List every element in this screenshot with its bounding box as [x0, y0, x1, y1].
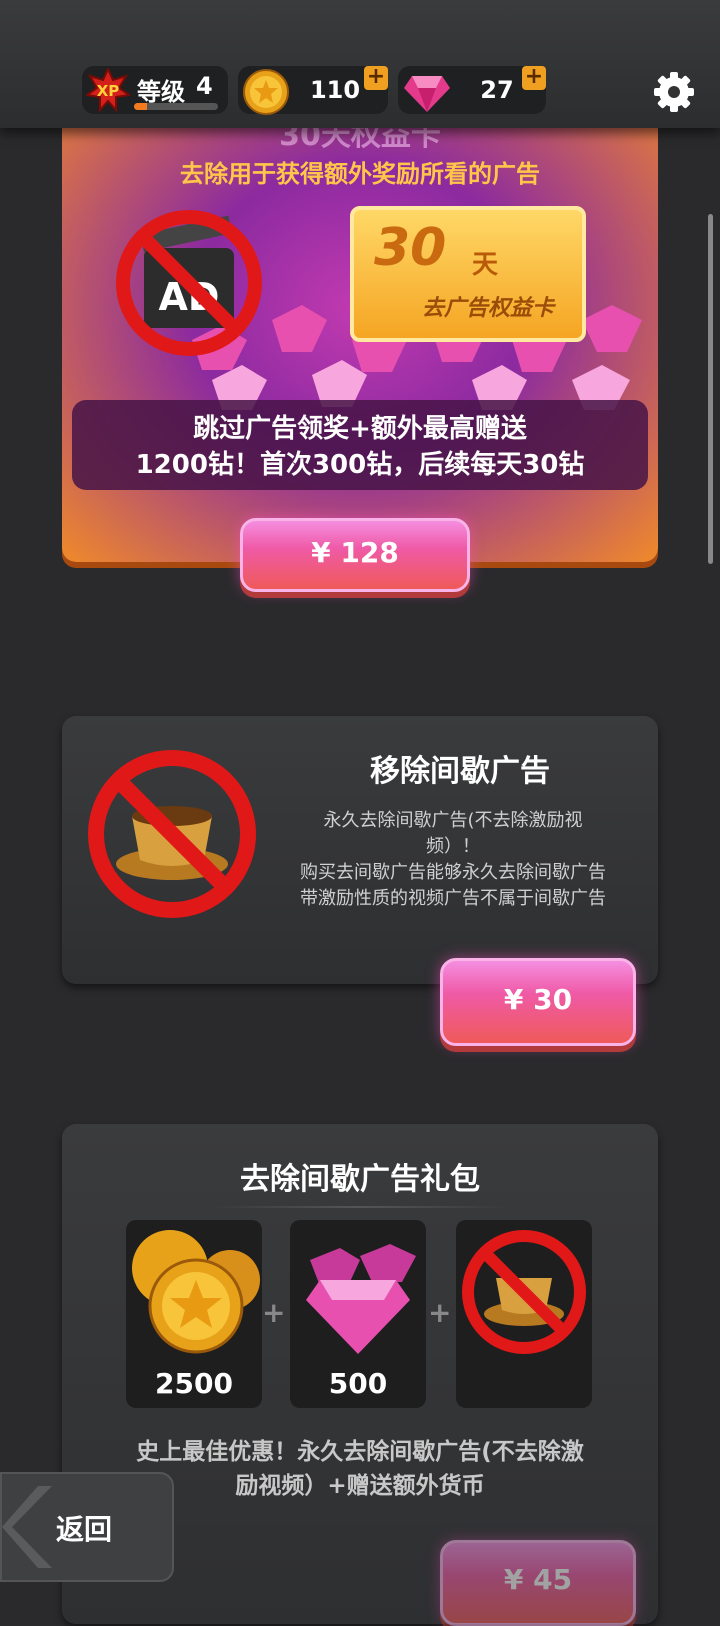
coin-stack-icon — [132, 1230, 260, 1354]
promo-subtitle: 去除用于获得额外奖励所看的广告 — [180, 160, 540, 188]
buy-ad-pass-button[interactable]: ¥ 128 — [240, 518, 470, 592]
pass-days: 30 — [374, 218, 447, 278]
coin-icon — [243, 69, 289, 115]
gem-icon — [404, 76, 450, 112]
remove-ads-title: 移除间歇广告 — [370, 754, 550, 789]
level-progress-fill — [134, 103, 147, 110]
promo-banner-line2: 1200钻！首次300钻，后续每天30钻 — [135, 450, 585, 480]
pass-label: 去广告权益卡 — [421, 296, 554, 321]
bundle-no-ads-tile — [456, 1220, 592, 1408]
thirty-day-pass-card-image: 30 天 去广告权益卡 — [350, 206, 586, 342]
bundle-coins-amount: 2500 — [155, 1367, 233, 1400]
buy-bundle-price: ¥ 45 — [503, 1563, 573, 1596]
svg-text:XP: XP — [97, 82, 120, 100]
no-interstitial-ads-icon — [88, 750, 256, 918]
back-label: 返回 — [56, 1513, 113, 1546]
bundle-coins-tile: 2500 — [126, 1220, 262, 1408]
level-label: 等级 — [137, 78, 185, 106]
bundle-title: 去除间歇广告礼包 — [240, 1162, 480, 1197]
plus-separator: + — [262, 1296, 286, 1329]
add-gems-button[interactable]: + — [522, 66, 546, 90]
ad-free-pass-card: 30天权益卡 去除用于获得额外奖励所看的广告 AD 30 天 去广告权益卡 跳过… — [62, 100, 658, 562]
level-value: 4 — [196, 72, 213, 100]
remove-ads-desc-line1: 永久去除间歇广告(不去除激励视 — [323, 810, 583, 831]
plus-separator: + — [428, 1296, 452, 1329]
bundle-desc-line1: 史上最佳优惠！永久去除间歇广告(不去除激 — [136, 1439, 584, 1465]
remove-ads-desc-line2: 频）！ — [426, 836, 480, 857]
remove-ads-card: 移除间歇广告 永久去除间歇广告(不去除激励视 频）！ 购买去间歇广告能够永久去除… — [62, 716, 658, 984]
buy-bundle-button[interactable]: ¥ 45 — [440, 1540, 636, 1626]
add-coins-button[interactable]: + — [364, 66, 388, 90]
scrollbar[interactable] — [708, 214, 713, 564]
promo-banner: 跳过广告领奖+额外最高赠送 1200钻！首次300钻，后续每天30钻 — [72, 400, 648, 490]
no-ads-icon: AD — [116, 210, 262, 356]
no-interstitial-ads-icon — [462, 1230, 586, 1354]
buy-remove-ads-price: ¥ 30 — [503, 983, 573, 1016]
buy-ad-pass-price: ¥ 128 — [311, 536, 399, 569]
back-button[interactable]: 返回 — [0, 1472, 174, 1582]
coin-count: 110 — [309, 76, 361, 104]
back-arrow-icon — [2, 1486, 52, 1568]
xp-badge-icon: XP — [86, 68, 130, 112]
top-bar: XP 等级 4 110 + 27 + — [0, 0, 720, 128]
buy-remove-ads-button[interactable]: ¥ 30 — [440, 958, 636, 1046]
gem-stack-icon — [306, 1244, 416, 1354]
level-progress-bar — [134, 103, 218, 110]
bundle-gems-tile: 500 — [290, 1220, 426, 1408]
remove-ads-desc-line3: 购买去间歇广告能够永久去除间歇广告 — [300, 862, 606, 883]
remove-ads-desc-line4: 带激励性质的视频广告不属于间歇广告 — [300, 888, 606, 909]
gear-icon[interactable] — [652, 70, 696, 114]
promo-banner-line1: 跳过广告领奖+额外最高赠送 — [193, 414, 527, 444]
bundle-gems-amount: 500 — [328, 1367, 388, 1400]
title-divider — [212, 1206, 508, 1208]
pass-days-unit: 天 — [472, 250, 499, 280]
